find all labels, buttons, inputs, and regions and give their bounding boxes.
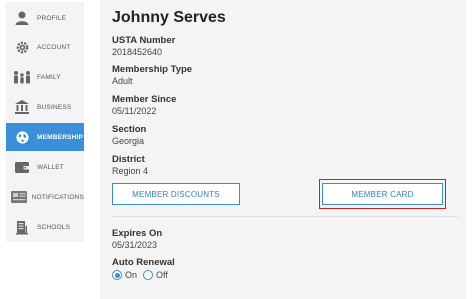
bank-icon — [10, 96, 34, 118]
member-discounts-button[interactable]: MEMBER DISCOUNTS — [112, 183, 240, 205]
membership-type-label: Membership Type — [112, 64, 193, 75]
expires-on-label: Expires On — [112, 228, 163, 239]
district-label: District — [112, 154, 145, 165]
person-icon — [10, 7, 34, 29]
globe-icon — [10, 126, 34, 148]
sidebar-item-label: SCHOOLS — [37, 223, 71, 231]
sidebar-item-account[interactable]: ACCOUNT — [6, 33, 84, 61]
sidebar-item-label: MEMBERSHIP — [37, 133, 84, 141]
sidebar-item-profile[interactable]: PROFILE — [6, 4, 84, 32]
family-icon — [10, 66, 34, 88]
auto-renewal-options: On Off — [112, 270, 174, 280]
newspaper-icon — [10, 186, 29, 208]
sidebar-item-label: PROFILE — [37, 14, 67, 22]
sidebar-item-membership[interactable]: MEMBERSHIP — [6, 123, 84, 151]
membership-type-value: Adult — [112, 76, 133, 86]
sidebar-item-schools[interactable]: SCHOOLS — [6, 213, 84, 241]
auto-renewal-label: Auto Renewal — [112, 257, 175, 268]
auto-renewal-off-label: Off — [156, 270, 168, 280]
auto-renewal-on-radio[interactable] — [112, 270, 122, 280]
sidebar-item-label: NOTIFICATIONS — [31, 193, 84, 201]
sidebar: PROFILE ACCOUNT FAMILY BUSINESS MEMBERSH… — [6, 2, 84, 242]
member-name: Johnny Serves — [112, 9, 226, 26]
wallet-icon — [10, 156, 34, 178]
member-since-value: 05/11/2022 — [112, 106, 157, 116]
district-value: Region 4 — [112, 166, 149, 176]
gear-icon — [10, 36, 34, 58]
sidebar-item-family[interactable]: FAMILY — [6, 63, 84, 91]
section-value: Georgia — [112, 136, 145, 146]
expires-on-value: 05/31/2023 — [112, 240, 158, 250]
member-card-button[interactable]: MEMBER CARD — [322, 183, 443, 205]
divider — [112, 216, 458, 217]
sidebar-item-business[interactable]: BUSINESS — [6, 93, 84, 121]
usta-number-label: USTA Number — [112, 35, 176, 46]
sidebar-item-label: BUSINESS — [37, 103, 72, 111]
member-since-label: Member Since — [112, 94, 177, 105]
sidebar-item-notifications[interactable]: NOTIFICATIONS — [6, 183, 84, 211]
sidebar-item-label: WALLET — [37, 163, 64, 171]
sidebar-item-wallet[interactable]: WALLET — [6, 153, 84, 181]
usta-number-value: 2018452640 — [112, 47, 163, 57]
sidebar-item-label: FAMILY — [37, 73, 61, 81]
sidebar-item-label: ACCOUNT — [37, 43, 71, 51]
school-icon — [10, 216, 34, 238]
auto-renewal-off-radio[interactable] — [143, 270, 154, 280]
membership-panel: Johnny Serves USTA Number 2018452640 Mem… — [100, 0, 466, 299]
section-label: Section — [112, 124, 147, 135]
auto-renewal-on-label: On — [125, 270, 138, 280]
